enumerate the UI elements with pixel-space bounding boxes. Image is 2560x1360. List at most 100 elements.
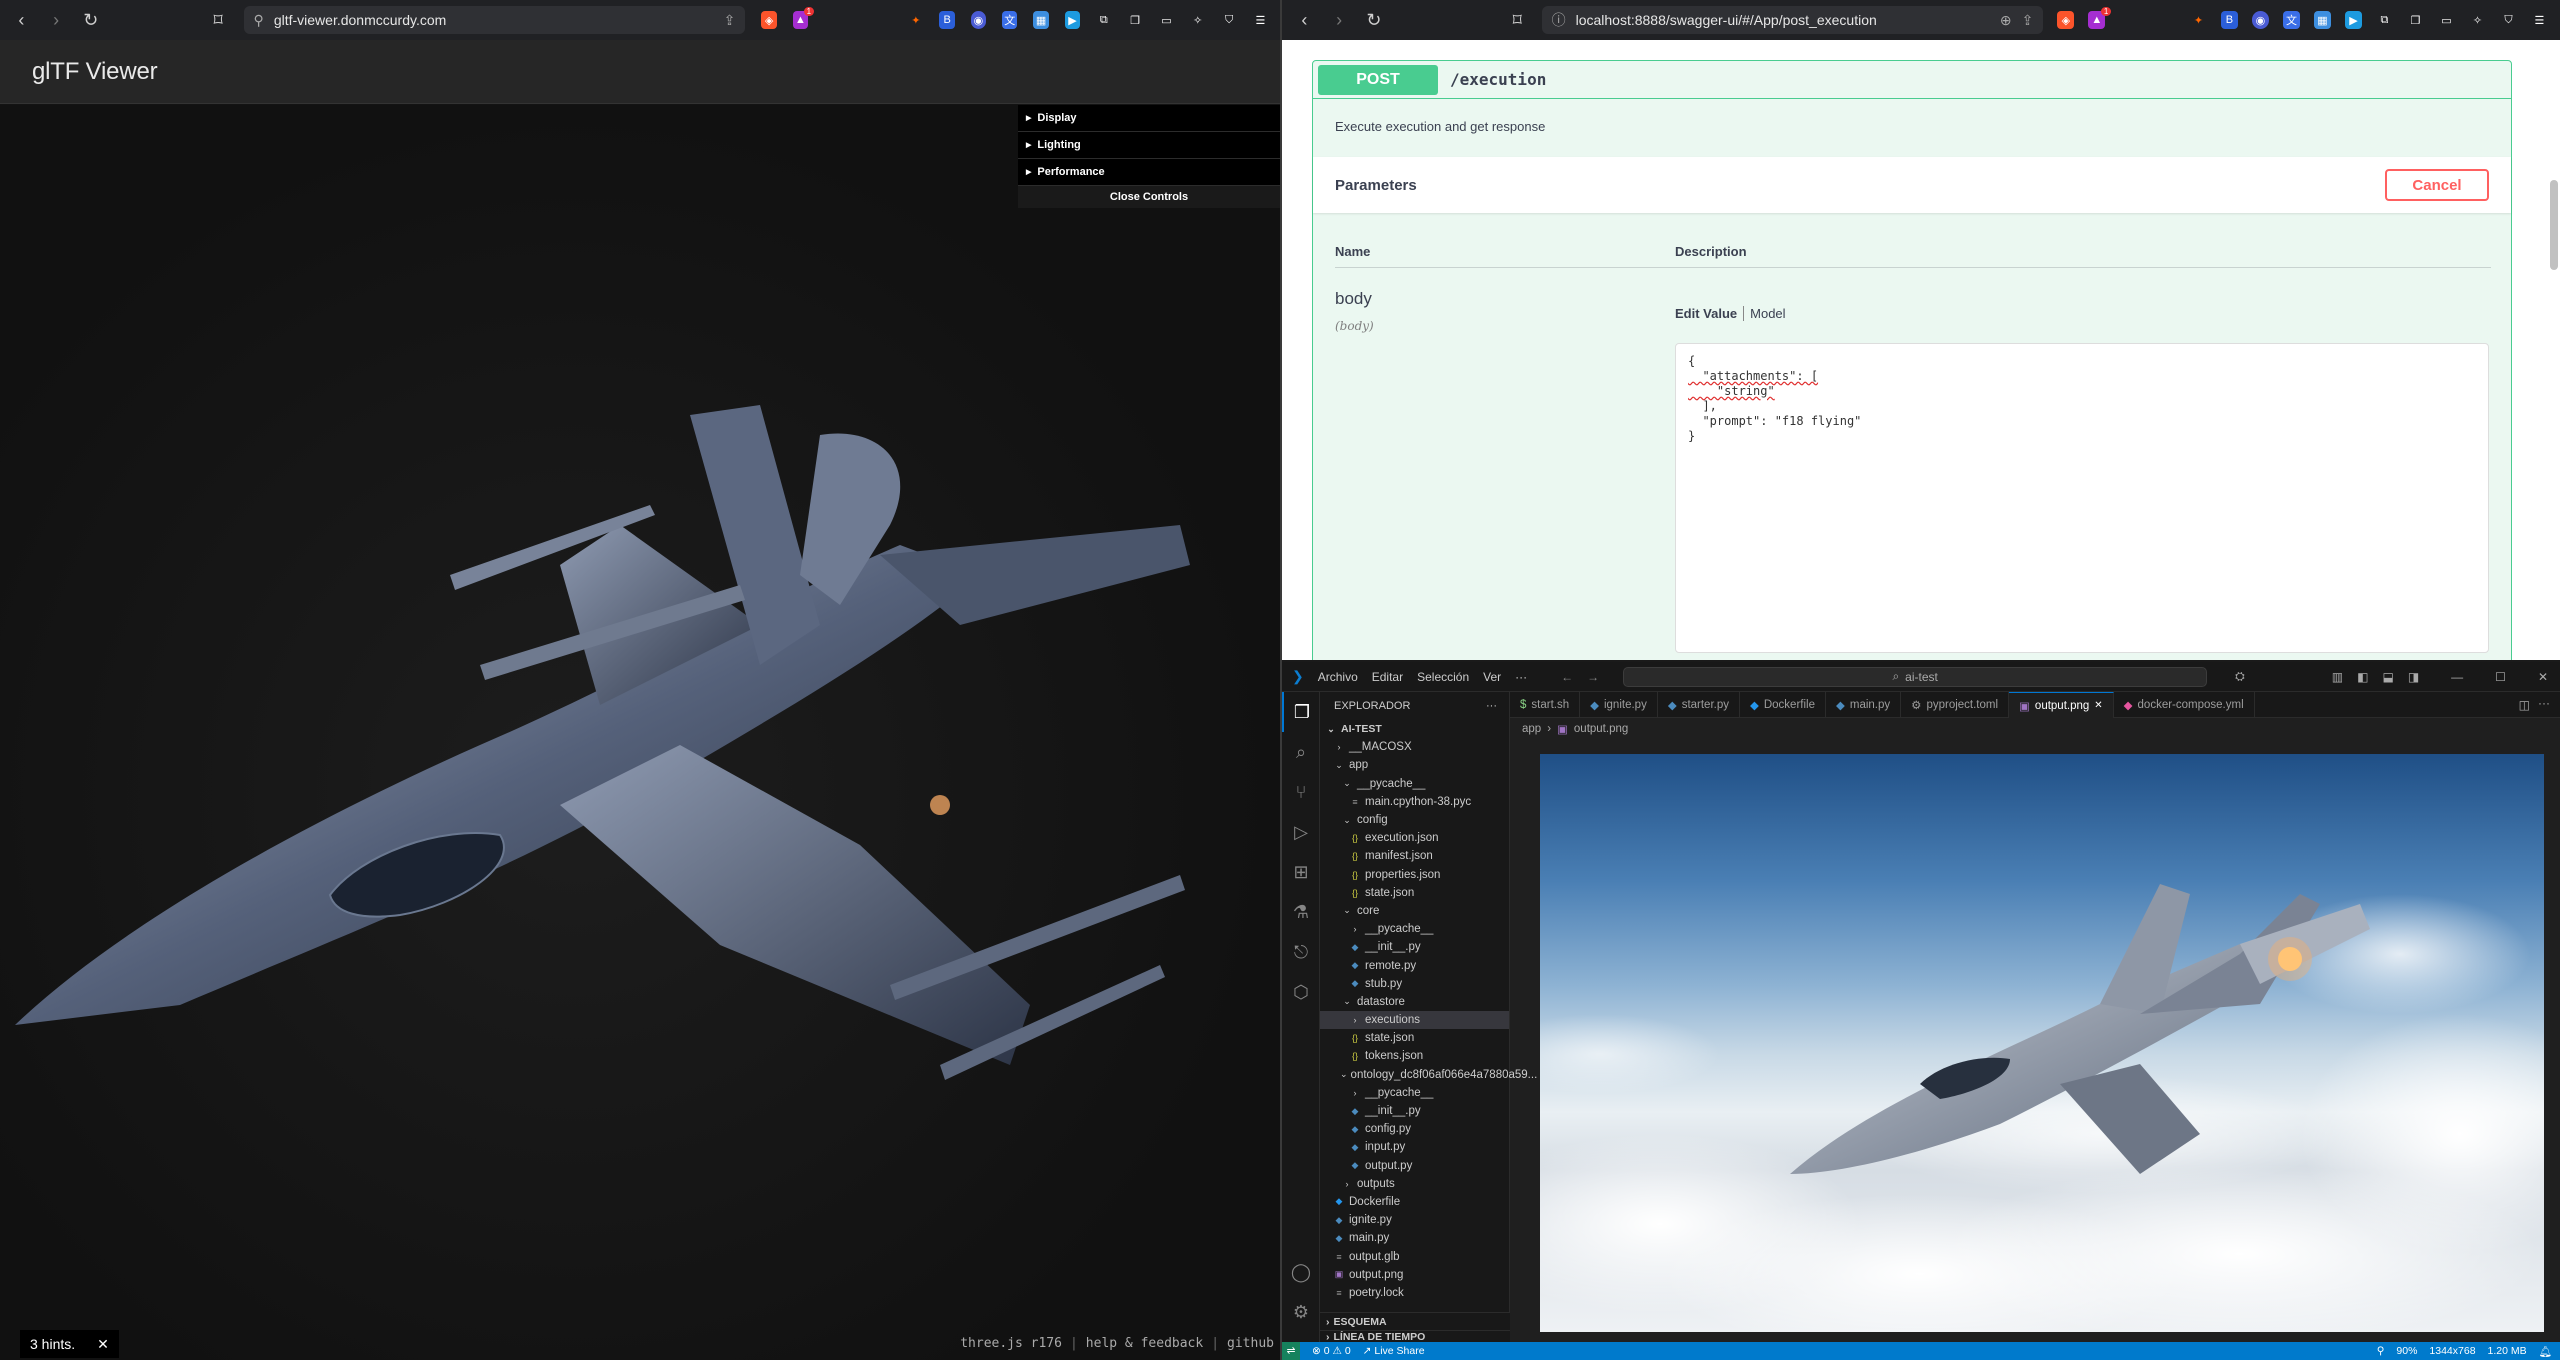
cancel-button[interactable]: Cancel	[2385, 169, 2489, 201]
tree-folder[interactable]: ⌄ app	[1320, 756, 1509, 774]
sidebar-toggle-icon[interactable]: ◧	[2357, 670, 2368, 684]
extension-b-icon[interactable]: B	[939, 11, 955, 29]
page-scrollbar[interactable]	[2550, 180, 2558, 270]
extensions-puzzle-icon[interactable]: ⧉	[1096, 11, 1111, 29]
live-share-button[interactable]: ↗ Live Share	[1363, 1345, 1425, 1357]
tree-file[interactable]: {} execution.json	[1320, 829, 1509, 847]
tree-file[interactable]: ▣ output.png	[1320, 1266, 1509, 1284]
leo-ai-icon[interactable]: ✧	[2469, 11, 2486, 29]
copilot-icon[interactable]: ⛭	[2235, 669, 2245, 684]
explorer-icon[interactable]: ❐	[1282, 692, 1320, 732]
editor-tab[interactable]: ◆ ignite.py	[1580, 692, 1658, 718]
panel-toggle-icon[interactable]: ⬓	[2382, 670, 2393, 684]
bookmark-icon[interactable]: ⌑	[209, 9, 228, 31]
reload-icon[interactable]: ↻	[1364, 9, 1385, 31]
reload-icon[interactable]: ↻	[81, 9, 100, 31]
tree-folder[interactable]: ⌄ config	[1320, 811, 1509, 829]
back-icon[interactable]: ‹	[12, 9, 31, 31]
split-editor-icon[interactable]: ◫	[2519, 698, 2530, 712]
folder-display[interactable]: ▶ Display	[1018, 105, 1280, 132]
menu-more[interactable]: ···	[1515, 670, 1527, 684]
tree-file[interactable]: ◆ remote.py	[1320, 956, 1509, 974]
extension-fox-icon[interactable]: ✦	[2190, 11, 2207, 29]
tree-file[interactable]: {} tokens.json	[1320, 1047, 1509, 1065]
extensions-icon[interactable]: ⊞	[1282, 852, 1320, 892]
leo-ai-icon[interactable]: ✧	[1190, 11, 1205, 29]
tree-file[interactable]: {} properties.json	[1320, 866, 1509, 884]
tree-folder[interactable]: › __pycache__	[1320, 1084, 1509, 1102]
wallet-icon[interactable]: ▭	[1159, 11, 1174, 29]
operation-header[interactable]: POST /execution	[1313, 61, 2511, 99]
tree-file[interactable]: ◆ main.py	[1320, 1229, 1509, 1247]
tree-folder[interactable]: › executions	[1320, 1011, 1509, 1030]
menu-seleccion[interactable]: Selección	[1417, 670, 1469, 684]
zoom-level[interactable]: 90%	[2396, 1345, 2417, 1357]
source-control-icon[interactable]: ⑂	[1282, 772, 1320, 812]
extension-translate-icon[interactable]: 文	[1002, 11, 1018, 29]
3d-viewport[interactable]	[0, 105, 1280, 1360]
tree-file[interactable]: ≡ output.glb	[1320, 1247, 1509, 1265]
folder-lighting[interactable]: ▶ Lighting	[1018, 132, 1280, 159]
extension-circle-icon[interactable]: ◉	[2251, 11, 2269, 29]
tree-file[interactable]: ◆ stub.py	[1320, 975, 1509, 993]
command-center[interactable]: ⌕ ai-test	[1623, 666, 2208, 687]
tree-file[interactable]: ◆ config.py	[1320, 1120, 1509, 1138]
tree-folder[interactable]: › __pycache__	[1320, 920, 1509, 938]
brave-rewards-icon[interactable]: ▲ 1	[792, 7, 815, 29]
menu-icon[interactable]: ☰	[2531, 11, 2548, 29]
editor-tab[interactable]: $ start.sh	[1510, 692, 1581, 718]
editor-tab[interactable]: ◆ docker-compose.yml	[2114, 692, 2255, 718]
tree-folder[interactable]: › __MACOSX	[1320, 738, 1509, 756]
close-icon[interactable]: ✕	[97, 1336, 109, 1353]
close-window-icon[interactable]: ✕	[2538, 670, 2548, 684]
bookmark-icon[interactable]: ⌑	[1507, 9, 1528, 31]
extension-play-icon[interactable]: ▶	[2344, 11, 2362, 29]
wallet-icon[interactable]: ▭	[2438, 11, 2455, 29]
editor-tab[interactable]: ◆ Dockerfile	[1740, 692, 1826, 718]
problems-indicator[interactable]: ⊗ 0 ⚠ 0	[1312, 1345, 1351, 1357]
tree-folder[interactable]: ⌄ core	[1320, 902, 1509, 920]
run-debug-icon[interactable]: ▷	[1282, 812, 1320, 852]
timeline-section[interactable]: › LÍNEA DE TIEMPO	[1320, 1330, 1510, 1343]
tree-file[interactable]: ◆ input.py	[1320, 1138, 1509, 1156]
site-settings-icon[interactable]: ⚲	[254, 12, 264, 29]
tab-model[interactable]: Model	[1750, 306, 1785, 321]
account-icon[interactable]: ◯	[1282, 1252, 1320, 1292]
folder-performance[interactable]: ▶ Performance	[1018, 159, 1280, 186]
image-preview[interactable]	[1540, 754, 2544, 1332]
extension-circle-icon[interactable]: ◉	[970, 11, 987, 29]
tree-file[interactable]: {} state.json	[1320, 1029, 1509, 1047]
tree-file[interactable]: {} manifest.json	[1320, 847, 1509, 865]
nav-back-icon[interactable]: ←	[1561, 670, 1573, 684]
tree-file[interactable]: ◆ output.py	[1320, 1157, 1509, 1175]
remote-explorer-icon[interactable]: ⎋	[1282, 932, 1320, 972]
search-icon[interactable]: ⌕	[1282, 732, 1320, 772]
brave-rewards-icon[interactable]: ▲ 1	[2088, 7, 2112, 29]
tree-file[interactable]: ◆ __init__.py	[1320, 1102, 1509, 1120]
remote-indicator-icon[interactable]: ⇌	[1282, 1342, 1300, 1360]
address-bar[interactable]: ⓘ localhost:8888/swagger-ui/#/App/post_e…	[1541, 6, 2044, 34]
tree-file[interactable]: ≡ main.cpython-38.pyc	[1320, 793, 1509, 811]
editor-tab[interactable]: ◆ main.py	[1826, 692, 1902, 718]
menu-ver[interactable]: Ver	[1483, 670, 1501, 684]
zoom-icon[interactable]: ⊕	[2000, 12, 2012, 29]
brave-shields-icon[interactable]: ◈	[761, 11, 777, 29]
nav-forward-icon[interactable]: →	[1587, 670, 1599, 684]
close-tab-icon[interactable]: ✕	[2094, 700, 2102, 711]
tab-edit-value[interactable]: Edit Value	[1675, 306, 1737, 321]
minimize-icon[interactable]: —	[2451, 670, 2463, 684]
tree-folder[interactable]: ⌄ __pycache__	[1320, 775, 1509, 793]
share-icon[interactable]: ⇪	[724, 12, 736, 29]
extensions-puzzle-icon[interactable]: ⧉	[2376, 11, 2393, 29]
tree-folder[interactable]: › outputs	[1320, 1175, 1509, 1193]
workspace-root[interactable]: ⌄ AI-TEST	[1320, 720, 1509, 738]
extension-fox-icon[interactable]: ✦	[908, 11, 923, 29]
body-textarea[interactable]: { "attachments": [ "string" ], "prompt":…	[1675, 343, 2489, 653]
editor-tab[interactable]: ◆ starter.py	[1658, 692, 1740, 718]
tree-file[interactable]: ◆ ignite.py	[1320, 1211, 1509, 1229]
settings-gear-icon[interactable]: ⚙	[1282, 1292, 1320, 1332]
extension-grid-icon[interactable]: ▦	[2313, 11, 2331, 29]
tree-file[interactable]: ≡ poetry.lock	[1320, 1284, 1509, 1302]
zoom-icon[interactable]: ⚲	[2377, 1345, 2385, 1357]
close-controls-button[interactable]: Close Controls	[1018, 186, 1280, 208]
